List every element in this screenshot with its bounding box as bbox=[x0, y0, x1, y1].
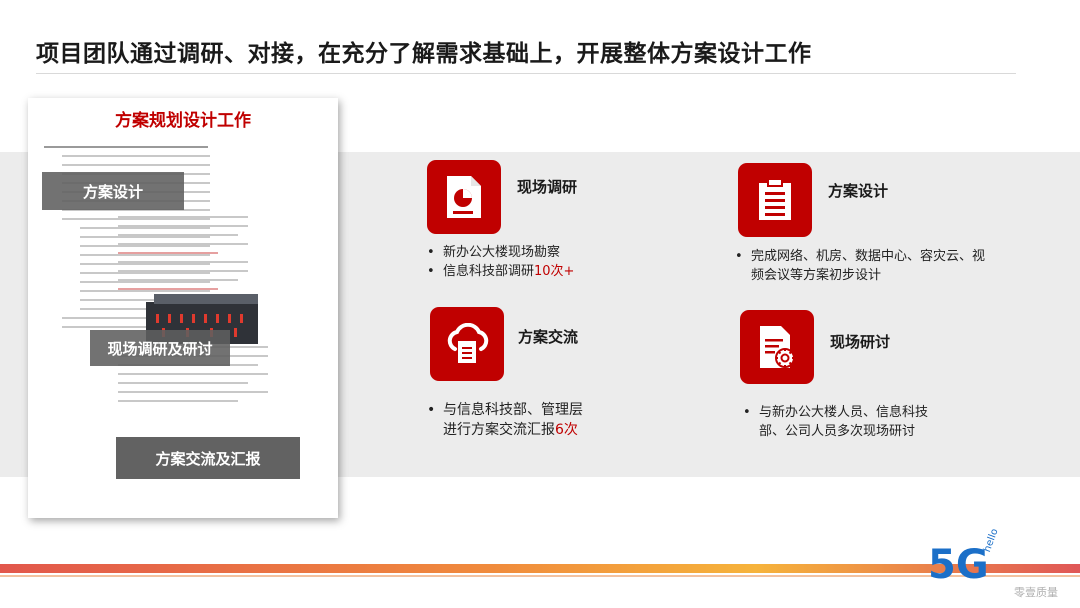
document-text-line bbox=[80, 254, 210, 256]
list-item: • 完成网络、机房、数据中心、容灾云、视 bbox=[735, 249, 986, 264]
discussion-icon-box bbox=[740, 310, 814, 384]
document-text-line bbox=[80, 227, 210, 229]
list-item: • 与新办公大楼人员、信息科技 bbox=[743, 405, 929, 420]
document-chart-icon bbox=[447, 176, 481, 218]
document-text-line bbox=[62, 155, 210, 157]
survey-bullets: • 新办公大楼现场勘察 • 信息科技部调研10次+ bbox=[425, 243, 574, 281]
document-text-line bbox=[62, 218, 210, 220]
document-text-line bbox=[118, 373, 268, 375]
document-text-line bbox=[118, 400, 238, 402]
cloud-document-icon bbox=[447, 323, 489, 363]
footer-stripe-thin bbox=[0, 575, 1080, 577]
overlay-design: 方案设计 bbox=[42, 172, 184, 210]
watermark-text: 零壹质量 bbox=[1014, 586, 1058, 599]
document-text-line bbox=[80, 236, 210, 238]
5g-logo-text: 5G bbox=[928, 542, 989, 588]
document-text-line bbox=[118, 270, 248, 272]
document-text-line bbox=[80, 281, 210, 283]
5g-logo: 5G bbox=[928, 540, 1008, 590]
survey-count-highlight: 10次+ bbox=[534, 264, 575, 279]
document-text-line bbox=[118, 279, 238, 281]
survey-title: 现场调研 bbox=[517, 178, 578, 196]
footer-stripe bbox=[0, 564, 1080, 573]
document-text-line bbox=[80, 290, 210, 292]
list-document-icon bbox=[759, 178, 791, 220]
document-text-line bbox=[118, 391, 268, 393]
design-icon-box bbox=[738, 163, 812, 237]
document-text-line bbox=[80, 263, 210, 265]
document-text-line bbox=[118, 261, 248, 263]
page-title: 项目团队通过调研、对接，在充分了解需求基础上，开展整体方案设计工作 bbox=[36, 41, 812, 67]
list-item: • 新办公大楼现场勘察 bbox=[427, 245, 561, 260]
overlay-exchange: 方案交流及汇报 bbox=[116, 437, 300, 479]
document-text-line bbox=[118, 288, 218, 290]
list-item-continuation: 部、公司人员多次现场研讨 bbox=[759, 424, 916, 439]
list-item: • 与信息科技部、管理层 bbox=[427, 402, 583, 418]
exchange-bullets: • 与信息科技部、管理层 进行方案交流汇报6次 bbox=[425, 400, 583, 440]
list-item: • 信息科技部调研10次+ bbox=[427, 264, 575, 279]
document-text-line bbox=[118, 225, 248, 227]
list-item-continuation: 进行方案交流汇报6次 bbox=[443, 422, 578, 438]
document-text-line bbox=[44, 146, 208, 148]
exchange-icon-box bbox=[430, 307, 504, 381]
document-text-line bbox=[118, 234, 238, 236]
document-gear-icon bbox=[760, 326, 795, 368]
exchange-count-highlight: 6次 bbox=[555, 422, 578, 438]
document-text-line bbox=[118, 382, 248, 384]
document-text-line bbox=[118, 243, 248, 245]
overlay-survey: 现场调研及研讨 bbox=[90, 330, 230, 366]
document-text-line bbox=[80, 272, 210, 274]
design-title: 方案设计 bbox=[828, 182, 889, 200]
design-bullets: • 完成网络、机房、数据中心、容灾云、视 频会议等方案初步设计 bbox=[733, 247, 985, 285]
discussion-title: 现场研讨 bbox=[830, 333, 891, 351]
document-preview: 方案规划设计工作 方案设计 现场调研及研讨 方案交流及汇报 bbox=[28, 98, 338, 518]
document-text-line bbox=[118, 252, 218, 254]
document-title: 方案规划设计工作 bbox=[115, 111, 251, 131]
document-text-line bbox=[118, 216, 248, 218]
document-text-line bbox=[62, 164, 210, 166]
document-text-line bbox=[80, 245, 210, 247]
exchange-title: 方案交流 bbox=[518, 328, 579, 346]
survey-icon-box bbox=[427, 160, 501, 234]
discussion-bullets: • 与新办公大楼人员、信息科技 部、公司人员多次现场研讨 bbox=[741, 403, 928, 441]
list-item-continuation: 频会议等方案初步设计 bbox=[751, 268, 882, 283]
title-divider bbox=[36, 73, 1016, 74]
